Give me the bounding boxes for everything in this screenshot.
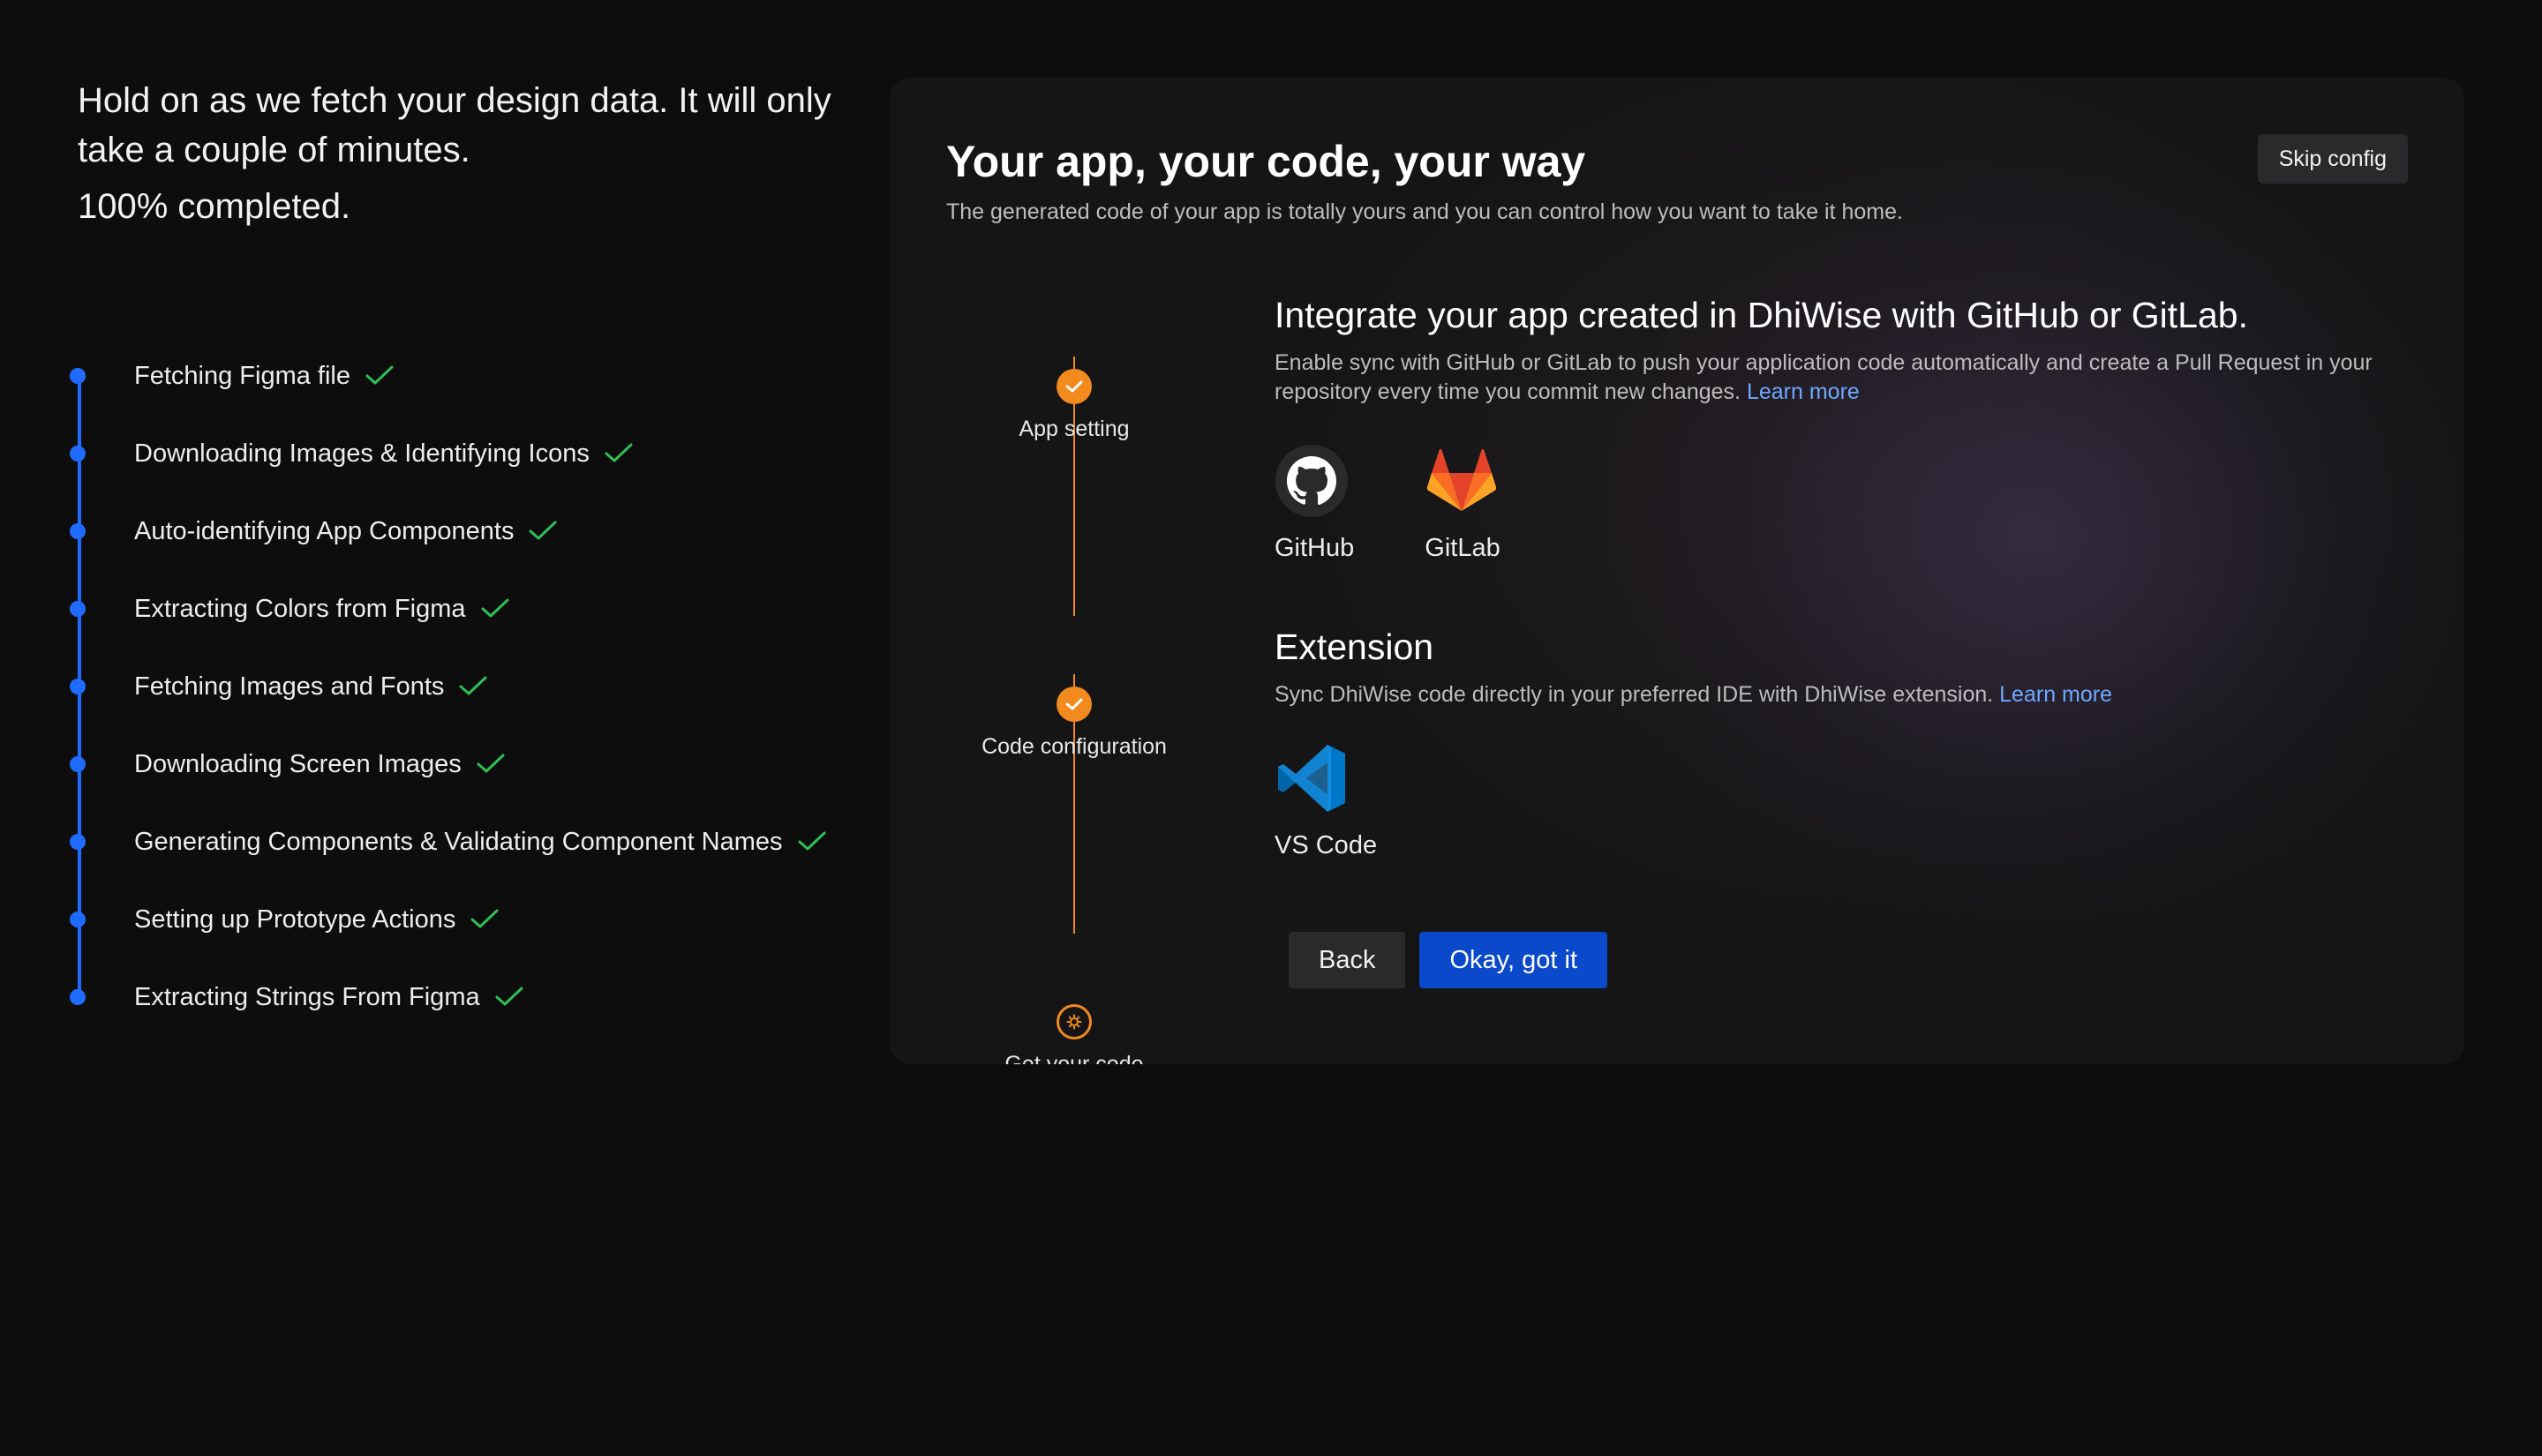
step-dot-icon <box>70 989 86 1005</box>
provider-name: GitHub <box>1275 534 1355 562</box>
progress-step: Extracting Colors from Figma <box>70 591 510 627</box>
provider-name: GitLab <box>1425 534 1500 562</box>
progress-step-label: Setting up Prototype Actions <box>134 904 456 934</box>
skip-config-button[interactable]: Skip config <box>2257 134 2408 184</box>
stepper-item-app-setting[interactable]: App setting <box>946 369 1202 442</box>
gitlab-option[interactable]: GitLab <box>1425 444 1500 563</box>
step-dot-icon <box>70 446 86 462</box>
step-dot-icon <box>70 912 86 927</box>
config-content: Integrate your app created in DhiWise wi… <box>1275 295 2422 860</box>
check-icon <box>528 520 558 543</box>
config-card: Your app, your code, your way The genera… <box>890 78 2464 1064</box>
github-icon <box>1275 444 1349 518</box>
step-dot-icon <box>70 756 86 772</box>
progress-step: Downloading Screen Images <box>70 747 506 782</box>
integration-title: Integrate your app created in DhiWise wi… <box>1275 295 2248 335</box>
progress-step: Downloading Images & Identifying Icons <box>70 436 634 471</box>
progress-step-label: Generating Components & Validating Compo… <box>134 827 783 856</box>
step-dot-icon <box>70 834 86 850</box>
check-icon <box>1057 687 1092 722</box>
progress-step: Setting up Prototype Actions <box>70 902 500 937</box>
progress-step-label: Downloading Screen Images <box>134 749 462 778</box>
check-icon <box>604 442 634 465</box>
okay-got-it-button[interactable]: Okay, got it <box>1419 932 1608 988</box>
ide-providers: VS Code <box>1275 741 2422 860</box>
stepper-item-get-your-code[interactable]: Get your code <box>946 1004 1202 1064</box>
progress-step-label: Extracting Colors from Figma <box>134 594 466 623</box>
progress-message: Hold on as we fetch your design data. It… <box>78 81 831 169</box>
provider-name: VS Code <box>1275 831 1378 859</box>
vscode-option[interactable]: VS Code <box>1275 741 1377 860</box>
check-icon <box>797 830 827 853</box>
step-dot-icon <box>70 601 86 617</box>
extension-learn-more-link[interactable]: Learn more <box>1999 682 2112 707</box>
step-dot-icon <box>70 679 86 694</box>
git-providers: GitHub GitLab <box>1275 444 2422 563</box>
progress-step-label: Downloading Images & Identifying Icons <box>134 439 590 468</box>
integration-learn-more-link[interactable]: Learn more <box>1747 379 1860 404</box>
stepper-label: Code configuration <box>981 734 1167 759</box>
back-button[interactable]: Back <box>1289 932 1406 988</box>
progress-step-label: Fetching Figma file <box>134 361 350 390</box>
vscode-icon <box>1275 741 1349 815</box>
progress-step-label: Extracting Strings From Figma <box>134 982 480 1011</box>
gear-icon <box>1057 1004 1092 1039</box>
integration-description: Enable sync with GitHub or GitLab to pus… <box>1275 350 2373 404</box>
gitlab-icon <box>1425 444 1499 518</box>
progress-step: Auto-identifying App Components <box>70 514 558 549</box>
progress-percent: 100% completed. <box>78 187 351 226</box>
check-icon <box>458 675 488 698</box>
step-dot-icon <box>70 368 86 384</box>
config-stepper: App setting Code configuration Get your … <box>946 293 1202 1064</box>
github-option[interactable]: GitHub <box>1275 444 1354 563</box>
check-icon <box>480 597 510 620</box>
progress-step: Fetching Images and Fonts <box>70 669 488 704</box>
card-title: Your app, your code, your way <box>946 137 1586 186</box>
progress-step-label: Fetching Images and Fonts <box>134 672 445 701</box>
check-icon <box>470 908 500 931</box>
stepper-label: App setting <box>1019 417 1130 441</box>
extension-title: Extension <box>1275 627 1434 667</box>
card-actions: Back Okay, got it <box>1289 932 1608 988</box>
extension-description: Sync DhiWise code directly in your prefe… <box>1275 682 2113 707</box>
step-dot-icon <box>70 523 86 539</box>
check-icon <box>365 364 395 387</box>
extension-section: Extension Sync DhiWise code directly in … <box>1275 627 2422 860</box>
stepper-label: Get your code <box>1004 1052 1144 1064</box>
check-icon <box>476 753 506 776</box>
progress-step: Extracting Strings From Figma <box>70 979 524 1015</box>
progress-step: Generating Components & Validating Compo… <box>70 824 827 859</box>
card-subtitle: The generated code of your app is totall… <box>946 199 1903 224</box>
stepper-item-code-configuration[interactable]: Code configuration <box>946 687 1202 760</box>
progress-step: Fetching Figma file <box>70 358 395 394</box>
progress-step-label: Auto-identifying App Components <box>134 516 515 545</box>
check-icon <box>1057 369 1092 404</box>
check-icon <box>494 986 524 1009</box>
progress-panel: Hold on as we fetch your design data. It… <box>70 76 872 1011</box>
